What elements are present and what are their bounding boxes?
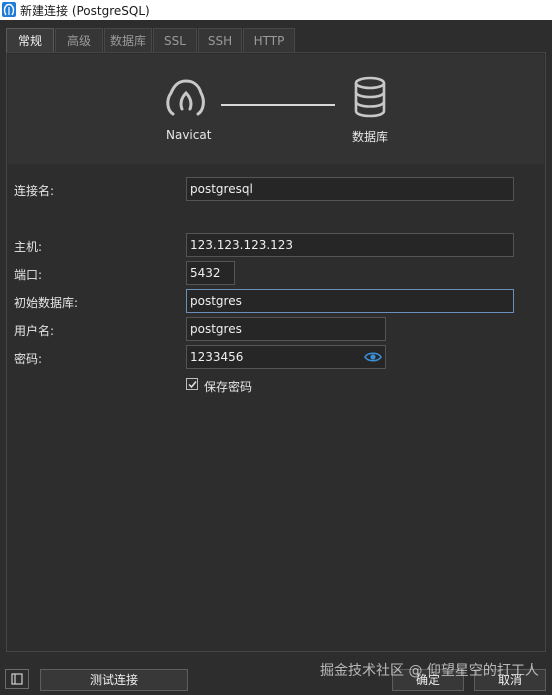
password-value: 1233456	[190, 350, 244, 364]
test-connection-button[interactable]: 测试连接	[40, 669, 188, 691]
database-icon	[354, 76, 386, 118]
title-bar: 新建连接 (PostgreSQL)	[0, 0, 552, 20]
save-password-checkbox[interactable]	[186, 378, 198, 390]
connection-line	[221, 104, 335, 106]
save-password-label: 保存密码	[204, 380, 253, 394]
username-label: 用户名:	[14, 324, 55, 338]
tab-http[interactable]: HTTP	[243, 28, 295, 52]
host-input[interactable]: 123.123.123.123	[186, 233, 514, 257]
initial-database-input[interactable]: postgres	[186, 289, 514, 313]
port-input[interactable]: 5432	[186, 261, 235, 285]
show-password-eye-icon[interactable]	[364, 351, 382, 363]
password-label: 密码:	[14, 352, 43, 366]
port-label: 端口:	[14, 268, 43, 282]
checkmark-icon	[188, 381, 197, 389]
connection-name-label: 连接名:	[14, 184, 55, 198]
tab-ssh[interactable]: SSH	[198, 28, 242, 52]
tab-ssl[interactable]: SSL	[153, 28, 197, 52]
tab-databases[interactable]: 数据库	[104, 28, 152, 52]
username-input[interactable]: postgres	[186, 317, 386, 341]
window-title: 新建连接 (PostgreSQL)	[20, 4, 150, 18]
password-input[interactable]: 1233456	[186, 345, 386, 369]
initial-database-label: 初始数据库:	[14, 296, 79, 310]
navicat-label: Navicat	[166, 128, 212, 142]
navicat-app-icon	[2, 2, 16, 17]
host-label: 主机:	[14, 240, 43, 254]
sidebar-toggle-button[interactable]	[5, 669, 29, 689]
panel-toggle-icon	[11, 673, 23, 685]
tab-advanced[interactable]: 高级	[55, 28, 103, 52]
watermark: 掘金技术社区 @ 仰望星空的打工人	[320, 663, 539, 679]
tab-general[interactable]: 常规	[6, 28, 54, 52]
database-label: 数据库	[352, 130, 389, 144]
connection-banner: Navicat 数据库	[8, 54, 544, 164]
navicat-logo-icon	[166, 79, 205, 116]
connection-name-input[interactable]: postgresql	[186, 177, 514, 201]
